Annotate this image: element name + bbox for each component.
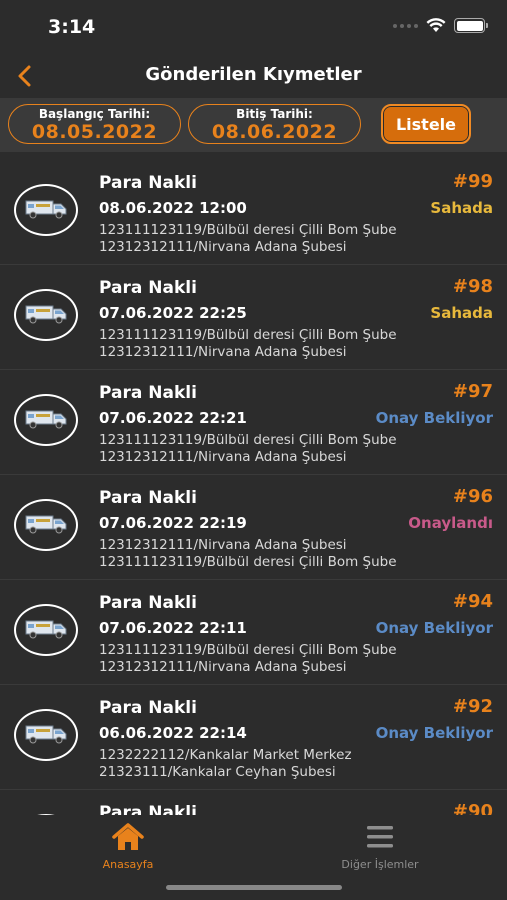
list-item[interactable]: Para Nakli 06.06.2022 22:14 1232222112/Kan… (0, 685, 507, 790)
status-badge: Sahada (430, 304, 493, 322)
end-date-picker[interactable]: Bitiş Tarihi: 08.06.2022 (188, 104, 361, 144)
date-filter-bar: Başlangıç Tarihi: 08.05.2022 Bitiş Tarih… (0, 98, 507, 152)
item-number: #92 (452, 696, 493, 717)
armored-truck-icon (22, 511, 70, 539)
item-destination: 21323111/Kankalar Ceyhan Şubesi (99, 764, 336, 780)
avatar (14, 289, 78, 341)
list-item[interactable]: Para Nakli #90 (0, 790, 507, 815)
page-title: Gönderilen Kıymetler (145, 64, 362, 85)
item-title: Para Nakli (99, 173, 197, 193)
item-destination: 123111123119/Bülbül deresi Çilli Bom Şub… (99, 554, 397, 570)
item-datetime: 08.06.2022 12:00 (99, 199, 247, 217)
list-item[interactable]: Para Nakli 08.06.2022 12:00 123111123119/B… (0, 160, 507, 265)
home-indicator (166, 885, 342, 890)
menu-icon (367, 826, 393, 848)
avatar (14, 499, 78, 551)
item-number: #97 (452, 381, 493, 402)
list-item[interactable]: Para Nakli 07.06.2022 22:21 123111123119/B… (0, 370, 507, 475)
item-origin: 123111123119/Bülbül deresi Çilli Bom Şub… (99, 327, 397, 343)
status-badge: Onay Bekliyor (375, 619, 493, 637)
item-origin: 123111123119/Bülbül deresi Çilli Bom Şub… (99, 222, 397, 238)
tab-home-label: Anasayfa (102, 858, 154, 871)
item-datetime: 07.06.2022 22:21 (99, 409, 247, 427)
status-icons (393, 18, 488, 33)
item-title: Para Nakli (99, 278, 197, 298)
cellular-signal-icon (393, 23, 418, 28)
tab-home[interactable]: Anasayfa (48, 815, 208, 875)
armored-truck-icon (22, 616, 70, 644)
item-datetime: 07.06.2022 22:19 (99, 514, 247, 532)
status-badge: Onay Bekliyor (375, 409, 493, 427)
item-destination: 12312312111/Nirvana Adana Şubesi (99, 659, 347, 675)
item-number: #96 (452, 486, 493, 507)
nav-bar: Gönderilen Kıymetler (0, 54, 507, 98)
item-title: Para Nakli (99, 383, 197, 403)
shipment-list: Para Nakli 08.06.2022 12:00 123111123119/B… (0, 160, 507, 815)
list-item[interactable]: Para Nakli 07.06.2022 22:25 123111123119/B… (0, 265, 507, 370)
armored-truck-icon (22, 196, 70, 224)
list-button[interactable]: Listele (381, 104, 471, 144)
list-item[interactable]: Para Nakli 07.06.2022 22:19 12312312111/Ni… (0, 475, 507, 580)
status-bar: 3:14 (0, 0, 507, 54)
item-title: Para Nakli (99, 593, 197, 613)
status-badge: Onaylandı (408, 514, 493, 532)
item-origin: 12312312111/Nirvana Adana Şubesi (99, 537, 347, 553)
start-date-picker[interactable]: Başlangıç Tarihi: 08.05.2022 (8, 104, 181, 144)
status-time: 3:14 (48, 16, 96, 38)
battery-icon (454, 18, 488, 33)
tab-other-operations-label: Diğer İşlemler (341, 858, 419, 871)
list-item[interactable]: Para Nakli 07.06.2022 22:11 123111123119/B… (0, 580, 507, 685)
item-destination: 12312312111/Nirvana Adana Şubesi (99, 344, 347, 360)
armored-truck-icon (22, 301, 70, 329)
item-destination: 12312312111/Nirvana Adana Şubesi (99, 449, 347, 465)
armored-truck-icon (22, 406, 70, 434)
avatar (14, 604, 78, 656)
item-title: Para Nakli (99, 698, 197, 718)
status-badge: Sahada (430, 199, 493, 217)
end-date-value: 08.06.2022 (211, 121, 338, 143)
item-origin: 123111123119/Bülbül deresi Çilli Bom Şub… (99, 642, 397, 658)
item-number: #99 (452, 171, 493, 192)
item-datetime: 07.06.2022 22:11 (99, 619, 247, 637)
avatar (14, 184, 78, 236)
armored-truck-icon (22, 721, 70, 749)
status-badge: Onay Bekliyor (375, 724, 493, 742)
item-title: Para Nakli (99, 488, 197, 508)
wifi-icon (426, 18, 446, 32)
tab-other-operations[interactable]: Diğer İşlemler (300, 815, 460, 875)
item-datetime: 07.06.2022 22:25 (99, 304, 247, 322)
avatar (14, 394, 78, 446)
item-datetime: 06.06.2022 22:14 (99, 724, 247, 742)
item-destination: 12312312111/Nirvana Adana Şubesi (99, 239, 347, 255)
end-date-label: Bitiş Tarihi: (236, 107, 313, 121)
item-number: #98 (452, 276, 493, 297)
item-origin: 123111123119/Bülbül deresi Çilli Bom Şub… (99, 432, 397, 448)
tab-bar: Anasayfa Diğer İşlemler (0, 815, 507, 900)
home-icon (112, 823, 144, 850)
start-date-label: Başlangıç Tarihi: (38, 107, 151, 121)
avatar (14, 709, 78, 761)
item-number: #90 (452, 801, 493, 815)
item-title: Para Nakli (99, 803, 197, 815)
item-origin: 1232222112/Kankalar Market Merkez (99, 747, 352, 763)
item-number: #94 (452, 591, 493, 612)
start-date-value: 08.05.2022 (31, 121, 158, 143)
